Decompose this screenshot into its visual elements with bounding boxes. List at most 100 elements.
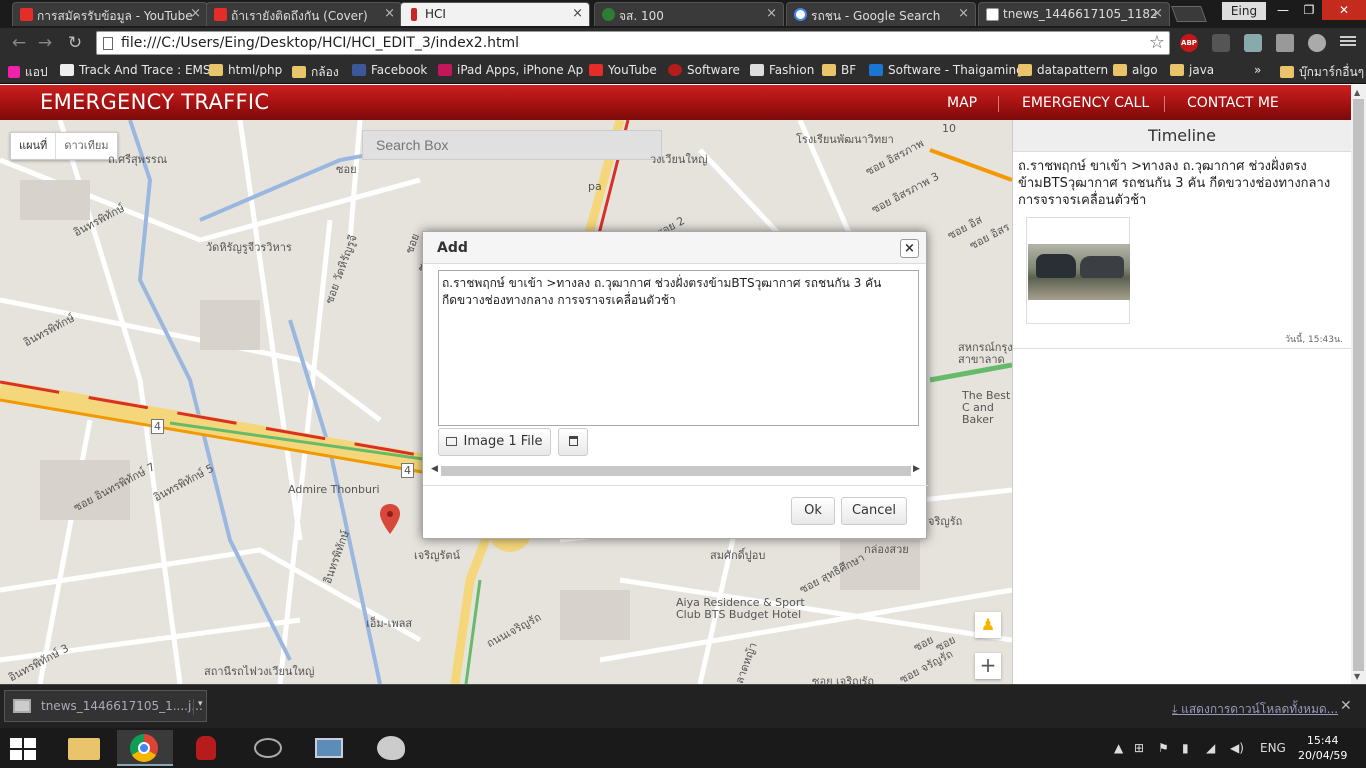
tab-tnews-image[interactable]: tnews_1446617105_1182 × [978,2,1170,26]
bookmark-facebook[interactable]: Facebook [352,63,427,77]
google-icon [794,8,807,21]
download-item[interactable]: tnews_1446617105_1....j... ▾ [4,690,207,722]
tab-js100[interactable]: จส. 100 × [594,2,784,26]
close-tab-icon[interactable]: × [766,6,777,21]
delete-image-button[interactable] [558,428,588,456]
adblock-plus-icon[interactable]: ABP [1180,34,1198,52]
camera-icon[interactable] [1244,34,1262,52]
bookmark-ipad-apps[interactable]: iPad Apps, iPhone Ap [438,63,583,77]
tab-youtube-cover[interactable]: ถ้าเรายังติดถึงกัน (Cover) × [206,2,402,26]
paint-icon[interactable] [363,730,419,766]
dialog-header: Add × [423,232,926,264]
drive-icon[interactable] [1276,34,1294,52]
ok-button[interactable]: Ok [791,497,835,525]
bookmark-apps[interactable]: แอป [8,63,48,82]
windows-store-icon[interactable]: ⊞ [1134,741,1144,755]
taskbar-clock[interactable]: 15:44 20/04/59 [1298,733,1347,763]
forward-icon[interactable]: → [34,32,56,54]
map-label: จริญรัถ [928,515,963,528]
timeline-post-image[interactable] [1026,217,1130,324]
close-tab-icon[interactable]: × [958,6,969,21]
nav-contact-me[interactable]: CONTACT ME [1187,95,1279,111]
folder-icon [1280,66,1294,78]
youtube-icon [589,64,603,76]
bookmark-software[interactable]: Software [668,63,740,77]
wifi-icon[interactable]: ◢ [1206,741,1215,755]
bookmark-html-php[interactable]: html/php [209,63,282,77]
tray-overflow-icon[interactable]: ▲ [1114,741,1123,755]
bookmark-datapattern[interactable]: datapattern [1018,63,1108,77]
map-label: pa [588,180,602,193]
file-explorer-icon[interactable] [56,730,112,766]
back-icon[interactable]: ← [8,32,30,54]
bookmark-camera[interactable]: กล้อง [292,63,339,82]
address-bar[interactable]: file:///C:/Users/Eing/Desktop/HCI/HCI_ED… [96,31,1170,55]
tab-google-search[interactable]: รถชน - Google Search × [786,2,976,26]
app-brand[interactable]: EMERGENCY TRAFFIC [40,90,269,114]
timeline-divider [1013,348,1352,349]
scroll-down-icon[interactable]: ▼ [1354,672,1360,681]
close-tab-icon[interactable]: × [384,6,395,21]
bookmark-bf[interactable]: BF [822,63,856,77]
reload-icon[interactable]: ↻ [64,32,86,54]
chevron-down-icon[interactable]: ▾ [193,699,203,715]
close-tab-icon[interactable]: × [1152,6,1163,21]
tab-youtube-subscriptions[interactable]: การสมัครรับข้อมูล - YouTube × [12,2,208,26]
chrome-menu-icon[interactable] [1340,34,1356,50]
nav-emergency-call[interactable]: EMERGENCY CALL [1022,95,1149,111]
show-all-downloads-link[interactable]: ⤓ แสดงการดาวน์โหลดทั้งหมด... [1172,700,1338,719]
map-type-map-button[interactable]: แผนที่ [11,133,55,159]
map-label: วงเวียนใหญ่ [650,153,708,166]
bookmark-java[interactable]: java [1170,63,1214,77]
battery-icon[interactable]: ▮ [1182,741,1189,755]
close-tab-icon[interactable]: × [572,6,583,21]
volume-icon[interactable]: ◀) [1230,741,1244,755]
dialog-horizontal-scrollbar[interactable]: ◀ ▶ [431,464,921,478]
close-tab-icon[interactable]: × [190,6,201,21]
extension-icon[interactable] [1212,34,1230,52]
profile-button[interactable]: Eing [1222,2,1266,20]
flag-icon[interactable]: ⚑ [1158,741,1169,755]
bookmark-other[interactable]: บุ๊กมาร์กอื่นๆ [1280,63,1364,82]
window-close-icon[interactable]: ✕ [1322,0,1366,20]
bookmark-thaigaming[interactable]: Software - Thaigaming [869,63,1024,77]
bookmark-fashion[interactable]: Fashion [750,63,814,77]
network-app-icon[interactable] [240,730,296,766]
incident-description-textarea[interactable]: ถ.ราชพฤกษ์ ขาเข้า >ทางลง ถ.วุฒากาศ ช่วงฝ… [438,270,919,426]
scroll-right-icon[interactable]: ▶ [913,464,920,474]
zoom-in-button[interactable]: + [975,653,1001,679]
page-icon [411,8,417,21]
close-download-bar-icon[interactable]: ✕ [1340,698,1352,714]
cancel-button[interactable]: Cancel [841,497,907,525]
page-scrollbar[interactable]: ▲ ▼ [1351,85,1366,684]
app-icon[interactable] [178,730,234,766]
image-file-button[interactable]: Image 1 File [438,428,551,456]
bookmark-youtube[interactable]: YouTube [589,63,657,77]
bookmark-algo[interactable]: algo [1113,63,1158,77]
street-view-pegman-icon[interactable]: ♟ [975,612,1001,638]
cloud-icon[interactable] [1308,34,1326,52]
map-label: Admire Thonburi [288,483,380,496]
bookmarks-overflow-button[interactable]: » [1254,63,1261,77]
scrollbar-thumb[interactable] [441,466,911,476]
map-label: วัดหิรัญรูจีวรวิหาร [206,241,292,254]
bookmark-track-trace[interactable]: Track And Trace : EMS [60,63,211,77]
minimize-icon[interactable]: — [1270,0,1296,20]
windows-start-icon[interactable] [10,738,38,760]
nav-map[interactable]: MAP [947,95,977,111]
restore-icon[interactable]: ❐ [1296,0,1322,20]
dialog-close-button[interactable]: × [900,239,919,258]
scroll-left-icon[interactable]: ◀ [431,464,438,474]
tab-hci[interactable]: HCI × [400,2,590,26]
folder-icon [292,66,306,78]
input-language[interactable]: ENG [1260,741,1286,755]
browser-toolbar: ← → ↻ file:///C:/Users/Eing/Desktop/HCI/… [0,28,1366,58]
map-marker-icon[interactable] [380,504,400,534]
scrollbar-thumb[interactable] [1353,99,1364,671]
chrome-taskbar-icon[interactable] [117,730,173,766]
bookmark-star-icon[interactable]: ☆ [1149,32,1165,53]
map-search-input[interactable] [362,130,662,160]
control-panel-icon[interactable] [301,730,357,766]
new-tab-button[interactable] [1171,6,1207,22]
scroll-up-icon[interactable]: ▲ [1354,88,1360,97]
